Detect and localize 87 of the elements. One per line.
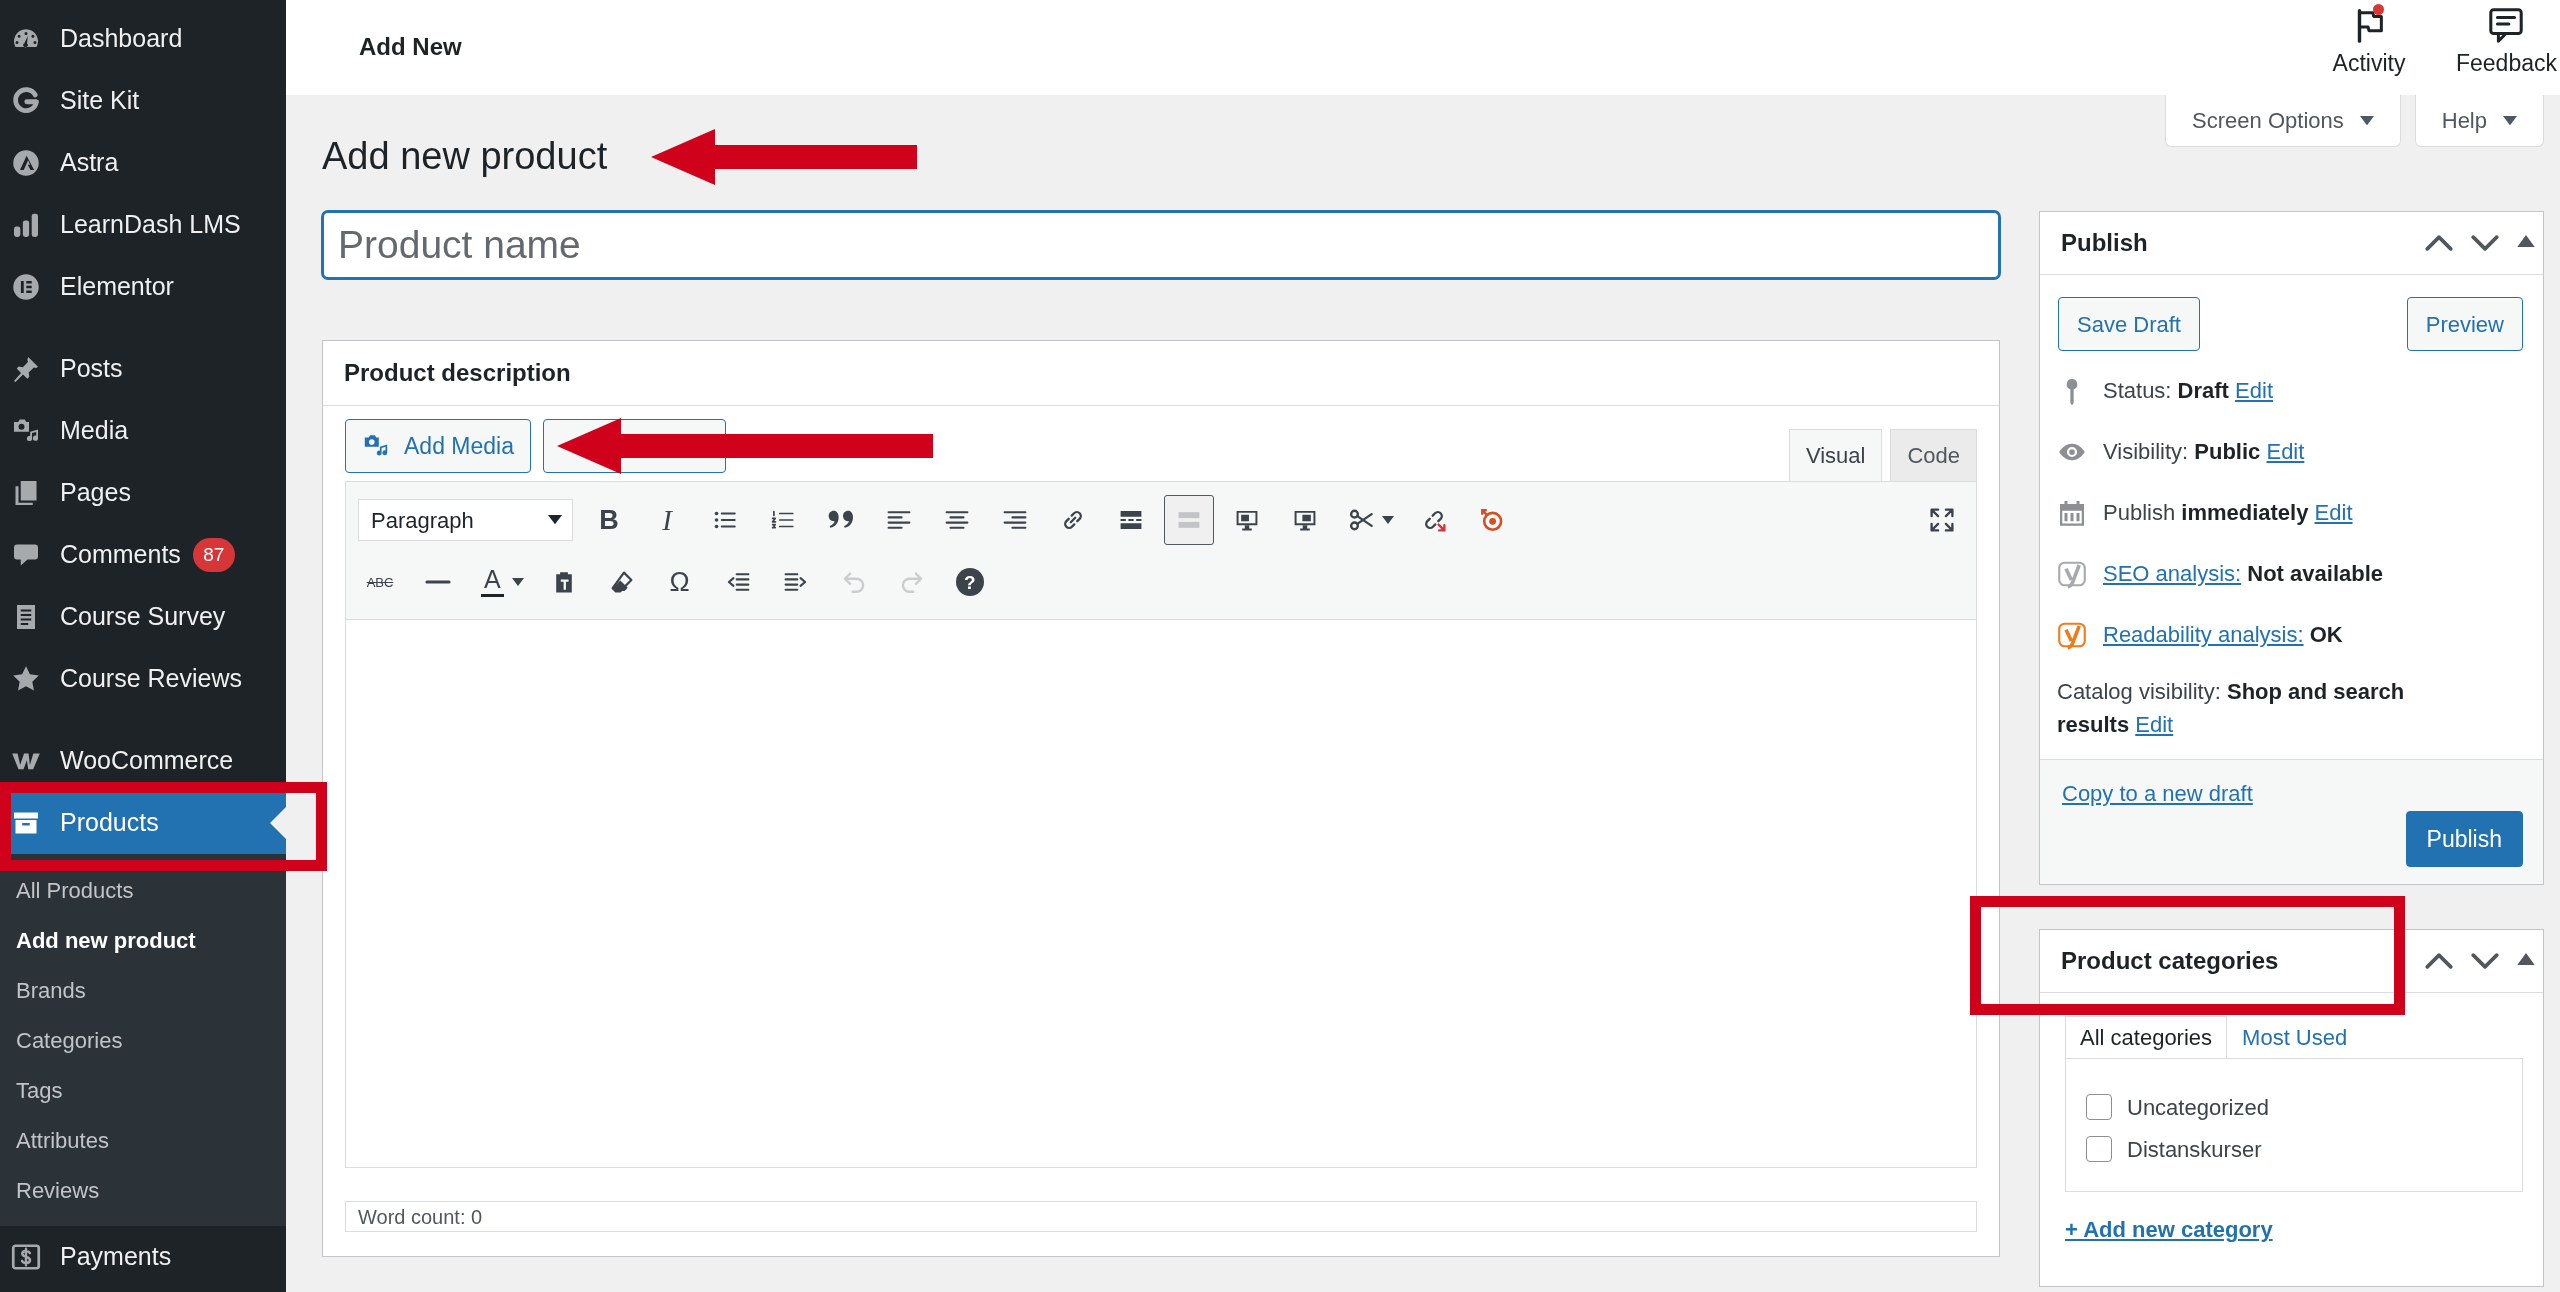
count-badge: 87 <box>192 538 235 572</box>
copy-draft-link[interactable]: Copy to a new draft <box>2062 781 2253 807</box>
edit-link[interactable]: Edit <box>2235 378 2273 403</box>
category-checkbox[interactable] <box>2086 1136 2112 1162</box>
sidebar-item[interactable]: Elementor <box>0 267 286 307</box>
preview-button[interactable]: Preview <box>2406 297 2523 351</box>
page-title: Add new product <box>322 134 608 180</box>
sidebar-item[interactable]: Posts <box>0 349 286 389</box>
submenu-item[interactable]: Reviews <box>0 1174 286 1208</box>
category-checkbox[interactable] <box>2086 1094 2112 1120</box>
sidebar-item[interactable]: LearnDash LMS <box>0 205 286 245</box>
seo-analysis-text: SEO analysis: Not available <box>2103 560 2383 588</box>
circle-logo-icon <box>11 148 41 178</box>
readability-text: Readability analysis: OK <box>2103 621 2343 649</box>
panel-title: Product description <box>344 358 571 388</box>
top-bar-title: Add New <box>359 33 462 62</box>
editor-tab[interactable]: Code <box>1890 429 1977 481</box>
submenu-item[interactable]: Attributes <box>0 1124 286 1158</box>
panel-title: Publish <box>2061 228 2148 258</box>
status-text: Status: Draft Edit <box>2103 377 2273 405</box>
caret-icon <box>2359 115 2374 126</box>
horizontal-line-icon <box>425 580 451 584</box>
sidebar-item[interactable]: Media <box>0 411 286 451</box>
edit-link[interactable]: Edit <box>2266 439 2305 464</box>
feedback-button[interactable]: Feedback <box>2456 6 2557 76</box>
submenu-item[interactable]: Categories <box>0 1024 286 1058</box>
help-button[interactable]: Help <box>2414 95 2544 147</box>
caret-icon <box>548 515 562 525</box>
sidebar-item[interactable]: Payments <box>0 1237 286 1277</box>
publish-button[interactable]: Publish <box>2405 811 2523 867</box>
edit-link[interactable]: Edit <box>2135 712 2174 737</box>
strikethrough-button[interactable]: ABC <box>355 557 405 607</box>
editor-tab[interactable]: Visual <box>1788 429 1883 481</box>
fullscreen-icon <box>1929 507 1955 533</box>
sidebar-item[interactable]: Dashboard <box>0 19 286 59</box>
chevron-down-icon[interactable] <box>2471 235 2499 251</box>
toolbar-toggle-button[interactable] <box>1164 495 1214 545</box>
caret-icon <box>511 578 524 586</box>
bold-button[interactable]: B <box>584 495 634 545</box>
publish-time-text: Publish immediately Edit <box>2103 499 2353 527</box>
chevron-up-icon[interactable] <box>2425 953 2453 969</box>
category-tab[interactable]: Most Used <box>2227 1016 2363 1058</box>
sidebar-item[interactable]: Course Reviews <box>0 659 286 699</box>
submenu-item[interactable]: Brands <box>0 974 286 1008</box>
submenu-item[interactable]: All Products <box>0 874 286 908</box>
scissors-icon <box>1348 507 1374 533</box>
sidebar-item[interactable]: Course Survey <box>0 597 286 637</box>
submenu-item[interactable]: Tags <box>0 1074 286 1108</box>
visibility-text: Visibility: Public Edit <box>2103 438 2305 466</box>
add-category-link[interactable]: + Add new category <box>2065 1216 2273 1244</box>
save-draft-button[interactable]: Save Draft <box>2058 297 2200 351</box>
pushpin-icon <box>11 354 41 384</box>
word-count: Word count: 0 <box>345 1201 1977 1232</box>
target-icon <box>1479 507 1505 533</box>
sidebar-item[interactable]: Pages <box>0 473 286 513</box>
message-square-icon <box>2487 6 2526 44</box>
triangle-up-icon[interactable] <box>2517 235 2535 247</box>
readability-analysis-link[interactable]: Readability analysis: <box>2103 622 2304 647</box>
screen-options-button[interactable]: Screen Options <box>2165 95 2401 147</box>
seo-analysis-link[interactable]: SEO analysis: <box>2103 561 2242 586</box>
format-dropdown[interactable]: Paragraph <box>358 499 573 541</box>
category-label: Distanskurser <box>2127 1135 2262 1164</box>
panel-title: Product categories <box>2061 946 2279 976</box>
catalog-visibility-text: Catalog visibility: Shop and search results Edit <box>2057 679 2405 737</box>
submenu-item[interactable]: Add new product <box>0 924 286 958</box>
product-name-field[interactable]: Product name <box>322 211 2000 279</box>
triangle-up-icon[interactable] <box>2517 953 2535 965</box>
edit-link[interactable]: Edit <box>2314 500 2353 525</box>
add-media-button[interactable]: Add Media <box>345 419 531 473</box>
chevron-up-icon[interactable] <box>2425 235 2453 251</box>
activity-button[interactable]: Activity <box>2319 6 2419 76</box>
sidebar-item[interactable]: Comments 87 <box>0 535 286 575</box>
chevron-down-icon[interactable] <box>2471 953 2499 969</box>
category-label: Uncategorized <box>2127 1093 2269 1122</box>
italic-button[interactable]: I <box>642 495 692 545</box>
special-character-button[interactable]: Ω <box>654 557 705 607</box>
quote-icon <box>828 510 854 530</box>
text-color-button[interactable]: A <box>471 557 531 607</box>
sidebar-item[interactable]: Site Kit <box>0 81 286 121</box>
sidebar-item[interactable]: WooCommerce <box>0 741 286 781</box>
dollar-box-icon <box>11 1242 41 1272</box>
sidebar-item[interactable]: Astra <box>0 143 286 183</box>
caret-icon <box>2503 115 2517 126</box>
category-tab[interactable]: All categories <box>2065 1016 2228 1058</box>
g-icon <box>11 86 41 116</box>
caret-icon <box>1382 516 1394 524</box>
help-button[interactable]: ? <box>944 557 995 607</box>
